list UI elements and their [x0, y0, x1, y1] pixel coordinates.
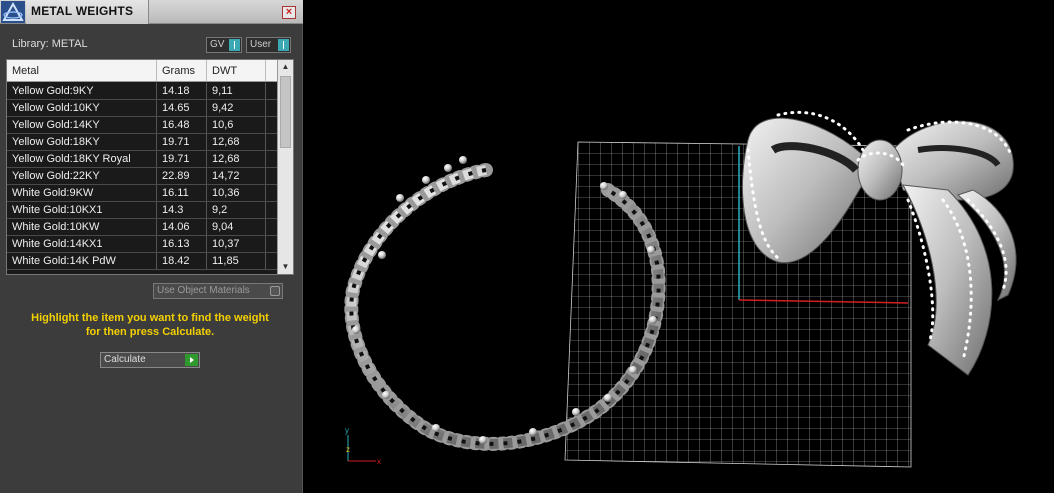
viewport-canvas[interactable]: y z x: [308, 0, 1054, 493]
grams-cell: 14.65: [157, 100, 207, 116]
metal-cell: White Gold:9KW: [7, 185, 157, 201]
table-row[interactable]: Yellow Gold:9KY 14.18 9,11: [7, 83, 277, 100]
dwt-cell: 10,36: [207, 185, 266, 201]
svg-text:z: z: [346, 445, 350, 454]
table-row[interactable]: White Gold:9KW 16.11 10,36: [7, 185, 277, 202]
instruction-line-1: Highlight the item you want to find the …: [31, 312, 269, 324]
user-toggle[interactable]: User: [246, 37, 291, 53]
metal-weights-panel: METAL WEIGHTS × Library: METAL GV User M…: [0, 0, 303, 493]
grams-cell: 14.18: [157, 83, 207, 99]
metal-cell: White Gold:14KX1: [7, 236, 157, 252]
table-row[interactable]: Yellow Gold:10KY 14.65 9,42: [7, 100, 277, 117]
close-button[interactable]: ×: [282, 6, 296, 19]
scroll-up-icon[interactable]: ▲: [278, 60, 293, 74]
toggle-switch-icon: [229, 39, 240, 51]
metal-cell: Yellow Gold:14KY: [7, 117, 157, 133]
gv-toggle[interactable]: GV: [206, 37, 242, 53]
table-row[interactable]: Yellow Gold:22KY 22.89 14,72: [7, 168, 277, 185]
grams-cell: 14.06: [157, 219, 207, 235]
grams-cell: 14.3: [157, 202, 207, 218]
dwt-cell: 10,37: [207, 236, 266, 252]
table-row[interactable]: Yellow Gold:18KY 19.71 12,68: [7, 134, 277, 151]
panel-titlebar: METAL WEIGHTS ×: [0, 0, 303, 24]
metal-cell: White Gold:14K PdW: [7, 253, 157, 269]
grams-cell: 19.71: [157, 134, 207, 150]
metal-cell: Yellow Gold:22KY: [7, 168, 157, 184]
table-scrollbar[interactable]: ▲ ▼: [277, 60, 293, 274]
axis-gizmo-icon: y z x: [345, 426, 381, 466]
use-object-materials-label: Use Object Materials: [157, 285, 250, 296]
app-logo-icon: [1, 1, 25, 23]
table-row[interactable]: White Gold:14KX1 16.13 10,37: [7, 236, 277, 253]
grams-cell: 16.13: [157, 236, 207, 252]
toggle-switch-icon: [278, 39, 289, 51]
table-rows: Yellow Gold:9KY 14.18 9,11 Yellow Gold:10K…: [7, 83, 277, 270]
grams-cell: 16.48: [157, 117, 207, 133]
metal-cell: Yellow Gold:18KY Royal: [7, 151, 157, 167]
metal-cell: White Gold:10KW: [7, 219, 157, 235]
grams-cell: 19.71: [157, 151, 207, 167]
metal-cell: Yellow Gold:9KY: [7, 83, 157, 99]
library-label: Library: METAL: [12, 38, 88, 50]
grams-cell: 16.11: [157, 185, 207, 201]
table-row[interactable]: White Gold:10KW 14.06 9,04: [7, 219, 277, 236]
checkbox-box: [270, 286, 280, 296]
play-arrow-icon: [185, 354, 198, 366]
grams-cell: 18.42: [157, 253, 207, 269]
table-row[interactable]: White Gold:14K PdW 18.42 11,85: [7, 253, 277, 270]
dwt-cell: 11,85: [207, 253, 266, 269]
dwt-cell: 9,11: [207, 83, 266, 99]
dwt-cell: 14,72: [207, 168, 266, 184]
instruction-line-2: for then press Calculate.: [85, 326, 215, 338]
column-header-metal[interactable]: Metal: [7, 60, 157, 82]
dwt-cell: 10,6: [207, 117, 266, 133]
dwt-cell: 9,42: [207, 100, 266, 116]
metal-cell: Yellow Gold:18KY: [7, 134, 157, 150]
panel-title: METAL WEIGHTS: [31, 4, 134, 18]
instruction-text: Highlight the item you want to find the …: [0, 311, 300, 339]
calculate-label: Calculate: [104, 354, 146, 365]
column-header-grams[interactable]: Grams: [157, 60, 207, 82]
dwt-cell: 9,04: [207, 219, 266, 235]
metal-cell: White Gold:10KX1: [7, 202, 157, 218]
dwt-cell: 12,68: [207, 134, 266, 150]
scroll-down-icon[interactable]: ▼: [278, 260, 293, 274]
table-header: Metal Grams DWT: [7, 60, 277, 82]
gv-toggle-label: GV: [210, 39, 225, 50]
table-row[interactable]: White Gold:10KX1 14.3 9,2: [7, 202, 277, 219]
user-toggle-label: User: [250, 39, 272, 50]
table-row[interactable]: Yellow Gold:14KY 16.48 10,6: [7, 117, 277, 134]
metal-table: Metal Grams DWT Yellow Gold:9KY 14.18 9,11…: [6, 59, 294, 275]
scroll-thumb[interactable]: [280, 76, 291, 148]
use-object-materials-checkbox[interactable]: Use Object Materials: [153, 283, 283, 299]
calculate-button[interactable]: Calculate: [100, 352, 200, 368]
svg-text:y: y: [345, 426, 349, 435]
metal-cell: Yellow Gold:10KY: [7, 100, 157, 116]
svg-text:x: x: [377, 457, 381, 466]
grams-cell: 22.89: [157, 168, 207, 184]
column-header-dwt[interactable]: DWT: [207, 60, 266, 82]
3d-viewport[interactable]: y z x: [308, 0, 1054, 493]
dwt-cell: 9,2: [207, 202, 266, 218]
table-row[interactable]: Yellow Gold:18KY Royal 19.71 12,68: [7, 151, 277, 168]
dwt-cell: 12,68: [207, 151, 266, 167]
panel-title-tab[interactable]: METAL WEIGHTS: [26, 0, 149, 24]
